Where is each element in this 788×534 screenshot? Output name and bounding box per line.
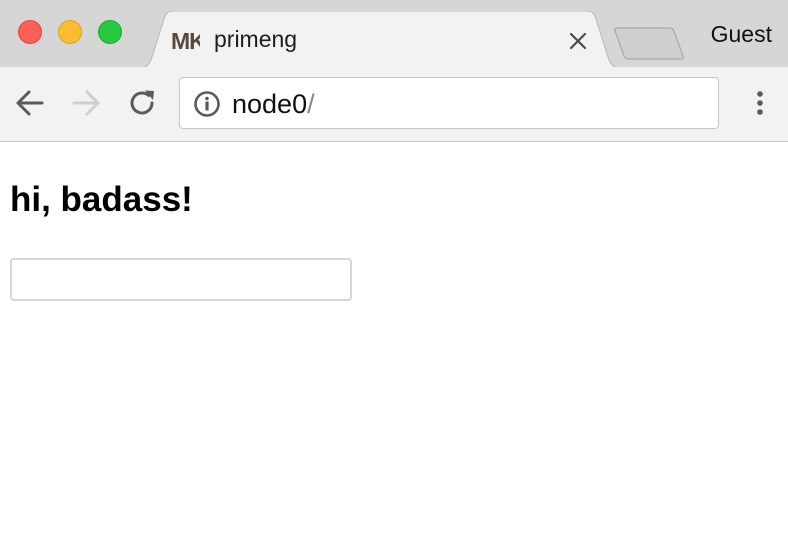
arrow-left-icon[interactable] xyxy=(12,85,48,121)
info-circle-icon[interactable] xyxy=(193,90,221,118)
url-path: / xyxy=(307,89,315,119)
text-input[interactable] xyxy=(10,258,352,301)
vertical-dots-icon[interactable] xyxy=(748,87,772,119)
browser-toolbar: node0/ xyxy=(0,67,788,142)
url-host: node0 xyxy=(232,89,308,119)
window-minimize-button[interactable] xyxy=(58,20,82,44)
page-heading: hi, badass! xyxy=(10,180,193,219)
address-bar[interactable]: node0/ xyxy=(179,77,719,129)
window-maximize-button[interactable] xyxy=(98,20,122,44)
favicon-logo-text: MK xyxy=(171,28,200,53)
tab-title: primeng xyxy=(214,26,298,52)
url-text[interactable]: node0/ xyxy=(232,89,315,119)
arrow-right-icon[interactable] xyxy=(68,85,104,121)
close-x-icon[interactable] xyxy=(566,29,590,53)
window-close-button[interactable] xyxy=(18,20,42,44)
tab-strip: MK primeng Guest xyxy=(0,0,788,68)
tab-favicon: MK xyxy=(171,28,200,53)
tab-primeng[interactable]: MK primeng xyxy=(138,11,622,67)
reload-icon[interactable] xyxy=(124,85,160,121)
new-tab-icon[interactable] xyxy=(614,26,686,60)
profile-button[interactable]: Guest xyxy=(711,20,772,48)
page-content: hi, badass! xyxy=(0,142,788,534)
